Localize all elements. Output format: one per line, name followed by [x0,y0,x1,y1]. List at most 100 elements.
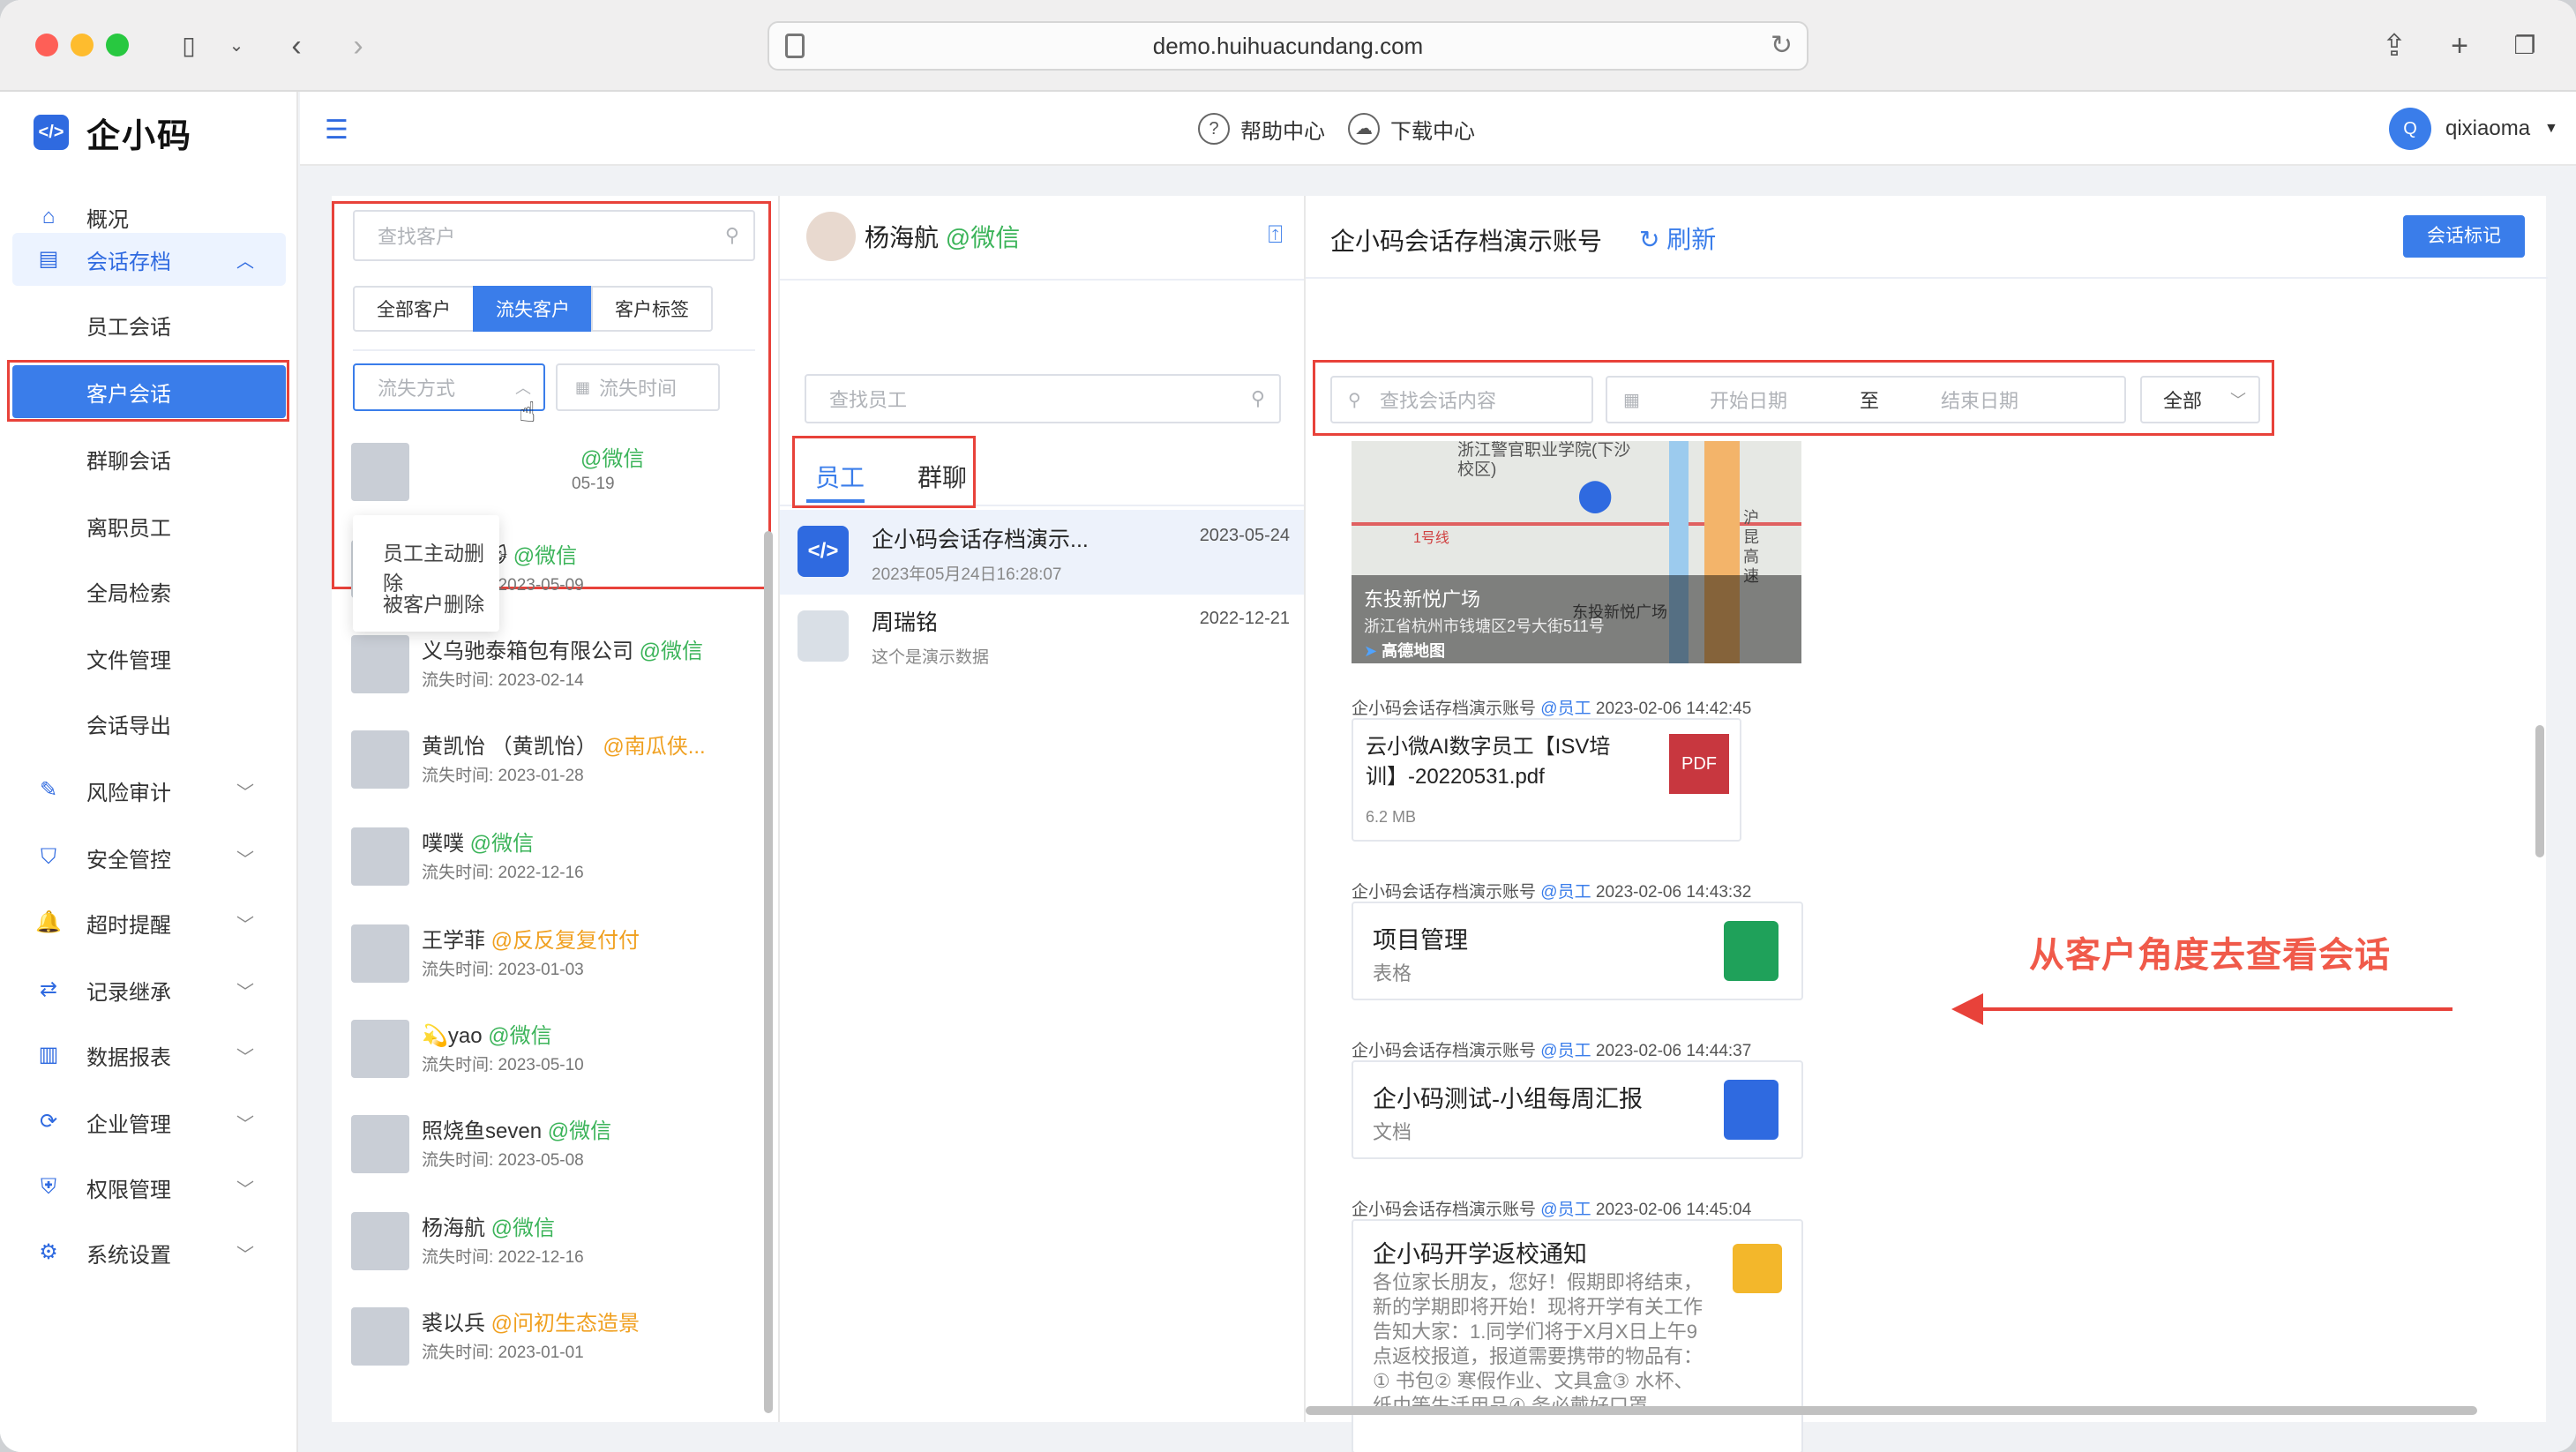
customer-name: 裘以兵 @问初生态造景 [422,1306,640,1336]
reload-icon[interactable]: ↻ [1771,23,1793,69]
staff-last-message: 这个是演示数据 [872,648,990,667]
annotation-text: 从客户角度去查看会话 [2029,936,2391,975]
notice-title: 企小码开学返校通知 [1373,1241,1587,1268]
customer-list-item[interactable]: 黄凯怡 （黄凯怡） @南瓜侠... 流失时间: 2023-01-28 [351,723,739,803]
doc-title: 项目管理 [1373,927,1468,954]
download-center-link[interactable]: ☁ 下载中心 [1348,111,1475,146]
tabs-overview-icon[interactable]: ❐ [2505,26,2544,65]
chat-scrollbar[interactable] [2535,725,2544,857]
search-icon: ⚲ [1250,387,1265,409]
sidebar-item-reports[interactable]: ▥ 数据报表 ﹀ [0,1029,298,1082]
sidebar-toggle-icon[interactable]: ▯ [169,26,208,65]
avatar [351,635,409,693]
sidebar-item-settings[interactable]: ⚙ 系统设置 ﹀ [0,1226,298,1279]
customer-list-item[interactable]: 裘以兵 @问初生态造景 流失时间: 2023-01-01 [351,1300,739,1380]
lost-time-picker[interactable]: ▦ 流失时间 [556,363,720,411]
tab-all-customers[interactable]: 全部客户 [353,286,475,332]
customer-list-item[interactable]: 杨海航 @微信 流失时间: 2022-12-16 [351,1205,739,1284]
avatar [351,443,409,501]
location-map-card[interactable]: 浙江警官职业学院(下沙校区) 1号线 沪昆高速 东投新悦广场 ⬤ 东投新悦广场 … [1352,441,1801,663]
sidebar-item-customer-chat[interactable]: 客户会话 [12,365,286,418]
file-card[interactable]: 云小微AI数字员工【ISV培训】-20220531.pdf 6.2 MB PDF [1352,718,1741,842]
staff-list-item[interactable]: 周瑞铭 2022-12-21 这个是演示数据 [780,595,1306,679]
sidebar-item-chat-archive[interactable]: ▤ 会话存档 ︿ [12,233,286,286]
customer-list-item[interactable]: @微信 05-19 [351,436,739,515]
customer-list-item[interactable]: 噗噗 @微信 流失时间: 2022-12-16 [351,820,739,900]
calendar-icon: ▦ [575,378,591,396]
sidebar-item-label: 企业管理 [86,1112,171,1137]
sidebar-item-record-inherit[interactable]: ⇄ 记录继承 ﹀ [0,963,298,1016]
customer-list-item[interactable]: 义乌驰泰箱包有限公司 @微信 流失时间: 2023-02-14 [351,628,739,707]
tab-customer-tags[interactable]: 客户标签 [591,286,713,332]
menu-collapse-icon[interactable]: ☰ [325,115,348,146]
url-bar[interactable]: demo.huihuacundang.com ↻ [768,21,1808,71]
share-icon[interactable]: ⇪ [2375,26,2414,65]
sidebar-item-risk-audit[interactable]: ✎ 风险审计 ﹀ [0,764,298,817]
customer-list-item[interactable]: 💫yao @微信 流失时间: 2023-05-10 [351,1013,739,1092]
close-window-button[interactable] [35,34,58,56]
sidebar-item-group-chat[interactable]: 群聊会话 [0,432,298,485]
sidebar-item-timeout-alert[interactable]: 🔔 超时提醒 ﹀ [0,896,298,949]
tab-staff[interactable]: 员工 [815,459,865,494]
sidebar-item-permissions[interactable]: ⛨ 权限管理 ﹀ [0,1161,298,1214]
logo[interactable]: </> 企小码 [34,109,192,155]
tab-lost-customers[interactable]: 流失客户 [473,286,593,332]
customer-tag: @反反复复付付 [490,929,640,953]
chat-archive-icon: ▤ [38,247,59,271]
chat-search-input[interactable]: ⚲ 查找会话内容 [1330,376,1593,423]
sender-name: 企小码会话存档演示账号 [1352,883,1537,902]
chat-mark-button[interactable]: 会话标记 [2403,215,2525,258]
back-icon[interactable]: ‹ [277,26,316,65]
divider [780,279,1306,281]
map-brand-label: 高德地图 [1382,642,1446,660]
sidebar-item-chat-export[interactable]: 会话导出 [0,697,298,750]
customer-list-scrollbar[interactable] [764,531,773,1413]
export-icon[interactable]: ⍐ [1268,221,1283,250]
help-center-link[interactable]: ? 帮助中心 [1198,111,1325,146]
sidebar-item-label: 会话导出 [86,714,171,738]
chevron-down-icon[interactable]: ⌄ [217,26,256,65]
message-time: 2023-02-06 14:45:04 [1595,1201,1752,1219]
sidebar-item-label: 文件管理 [86,648,171,673]
map-address: 浙江省杭州市钱塘区2号大街511号 [1364,617,1605,635]
option-deleted-by-customer[interactable]: 被客户删除 [383,588,484,617]
customer-tag: @微信 [490,1216,556,1240]
lost-method-select[interactable]: 流失方式 ︿ [353,363,545,411]
sidebar-item-enterprise[interactable]: ⟳ 企业管理 ﹀ [0,1096,298,1149]
minimize-window-button[interactable] [71,34,94,56]
customer-list-item[interactable]: 王学菲 @反反复复付付 流失时间: 2023-01-03 [351,917,739,997]
doc-type: 文档 [1373,1121,1412,1143]
doc-card[interactable]: 项目管理 表格 [1352,902,1803,1000]
staff-list-item[interactable]: </> 企小码会话存档演示... 2023-05-24 2023年05月24日1… [780,510,1306,595]
new-tab-icon[interactable]: + [2440,26,2479,65]
tab-group-chat[interactable]: 群聊 [917,459,967,494]
customer-search-input[interactable]: 查找客户 ⚲ [353,210,755,261]
avatar: Q [2389,108,2431,150]
document-icon [1724,1080,1778,1140]
doc-card[interactable]: 企小码测试-小组每周汇报 文档 [1352,1060,1803,1159]
forward-icon[interactable]: › [339,26,378,65]
date-range-picker[interactable]: ▦ 开始日期 至 结束日期 [1606,376,2126,423]
sidebar-item-file-management[interactable]: 文件管理 [0,632,298,685]
message-type-select[interactable]: 全部 ﹀ [2140,376,2260,423]
notice-card[interactable]: 企小码开学返校通知 各位家长朋友，您好！假期即将结束，新的学期即将开始！现将开学… [1352,1219,1803,1452]
sidebar-item-staff-chat[interactable]: 员工会话 [0,298,298,351]
sidebar-item-resigned-staff[interactable]: 离职员工 [0,499,298,552]
chat-horizontal-scrollbar[interactable] [1306,1406,2477,1415]
map-brand: ➤ 高德地图 [1364,639,1445,662]
sidebar-item-label: 概况 [86,207,129,232]
avatar [351,1212,409,1270]
lost-time: 流失时间: 2022-12-16 [422,1248,584,1267]
user-menu[interactable]: Qqixiaoma ▼ [2389,108,2558,150]
sidebar-item-security[interactable]: ⛉ 安全管控 ﹀ [0,831,298,884]
maximize-window-button[interactable] [106,34,129,56]
chevron-down-icon: ﹀ [236,1245,254,1265]
range-separator: 至 [1860,390,1880,412]
customer-list-item[interactable]: 照烧鱼seven @微信 流失时间: 2023-05-08 [351,1108,739,1187]
lost-time: 流失时间: 2023-02-14 [422,671,584,690]
staff-search-input[interactable]: 查找员工 ⚲ [805,374,1281,423]
customer-name-text: 照烧鱼seven [422,1119,543,1143]
sidebar-item-global-search[interactable]: 全局检索 [0,565,298,617]
task-icon [1733,1244,1782,1293]
refresh-button[interactable]: ↻ 刷新 [1639,221,1716,256]
